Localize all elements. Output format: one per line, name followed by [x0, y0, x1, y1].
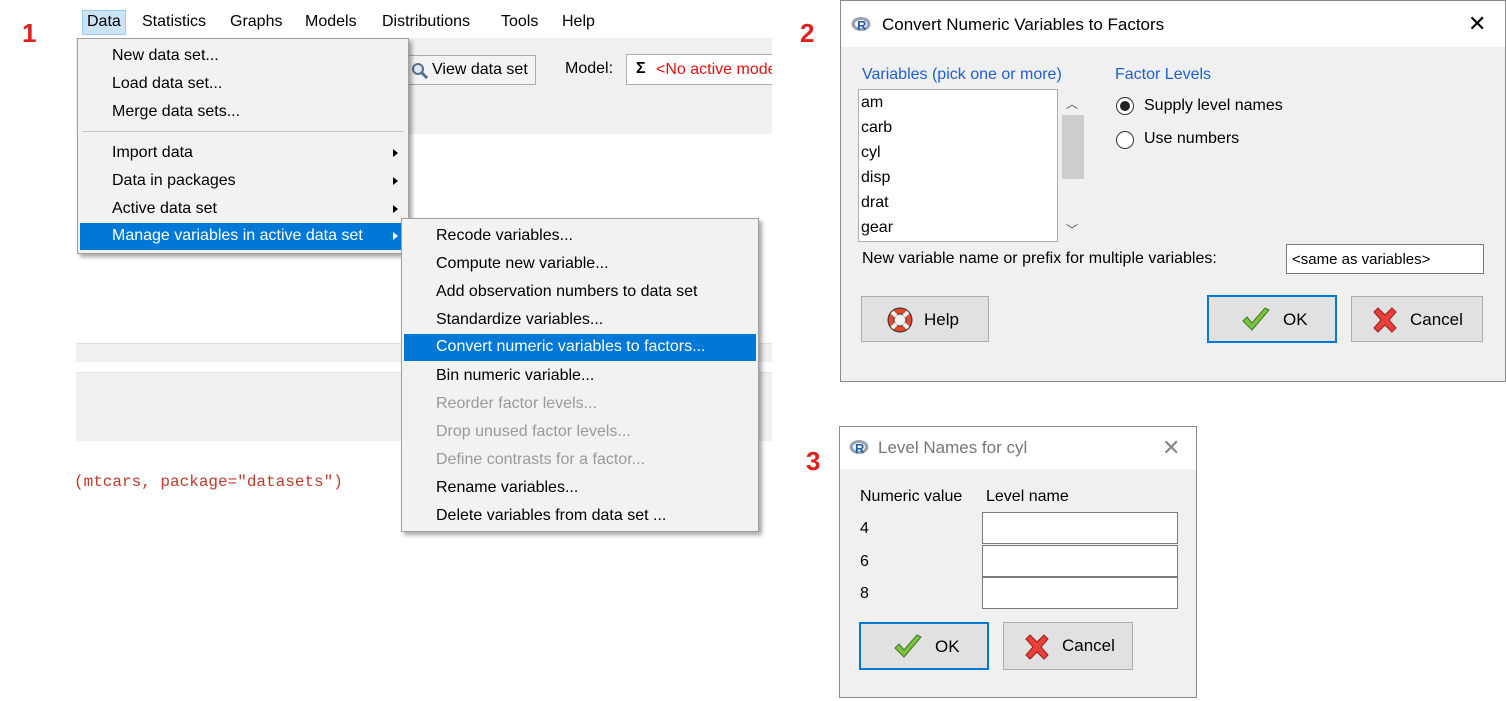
cancel-button[interactable]: Cancel [1351, 296, 1483, 342]
menu-item-delete-variables[interactable]: Delete variables from data set ... [404, 503, 756, 530]
menu-separator [82, 131, 404, 132]
red-x-icon [1025, 634, 1049, 660]
sigma-icon: Σ [636, 60, 646, 77]
menu-item-convert-numeric-to-factors[interactable]: Convert numeric variables to factors... [404, 334, 756, 361]
ok-button[interactable]: OK [1207, 295, 1337, 343]
menubar: Data Statistics Graphs Models Distributi… [76, 8, 776, 38]
menu-item-add-observation-numbers[interactable]: Add observation numbers to data set [404, 279, 756, 306]
numeric-value: 8 [860, 585, 869, 602]
variable-list-item[interactable]: cyl [861, 144, 881, 162]
model-field[interactable]: Σ <No active model> [626, 54, 772, 85]
red-x-icon [1373, 307, 1397, 333]
levels-cancel-button[interactable]: Cancel [1003, 622, 1133, 670]
scroll-up-icon[interactable]: ︿ [1066, 95, 1078, 112]
factor-levels-label: Factor Levels [1115, 66, 1212, 83]
step-number-2: 2 [800, 18, 815, 48]
variable-list-item[interactable]: carb [861, 119, 892, 137]
use-numbers-radio[interactable] [1116, 131, 1134, 149]
new-variable-name-label: New variable name or prefix for multiple… [862, 250, 1217, 267]
data-menu: New data set... Load data set... Merge d… [77, 38, 409, 254]
menu-distributions[interactable]: Distributions [382, 13, 470, 31]
menu-item-active-data-set[interactable]: Active data set [80, 196, 406, 223]
help-button-label: Help [924, 310, 959, 329]
scroll-down-icon[interactable]: ﹀ [1066, 221, 1078, 238]
levels-cancel-label: Cancel [1062, 636, 1115, 655]
svg-text:R: R [857, 18, 867, 32]
menu-item-drop-unused-factor-levels: Drop unused factor levels... [436, 423, 631, 440]
convert-dialog-title: Convert Numeric Variables to Factors [882, 15, 1165, 34]
menu-help[interactable]: Help [562, 13, 595, 31]
r-logo-icon: R [849, 440, 869, 455]
supply-level-names-radio[interactable] [1116, 97, 1134, 115]
magnifier-icon [411, 62, 429, 85]
numeric-value: 6 [860, 553, 869, 570]
checkmark-icon [1242, 307, 1270, 331]
variables-scrollbar[interactable]: ︿ ﹀ [1058, 89, 1086, 242]
svg-text:R: R [855, 441, 865, 455]
checkmark-icon [894, 634, 922, 658]
script-code-line: (mtcars, package="datasets") [74, 473, 343, 491]
menu-graphs[interactable]: Graphs [230, 13, 282, 31]
menu-statistics[interactable]: Statistics [142, 13, 206, 31]
level-names-titlebar: R Level Names for cyl ✕ [840, 427, 1196, 469]
level-names-title: Level Names for cyl [878, 438, 1028, 457]
level-name-input[interactable] [982, 545, 1178, 577]
menu-item-standardize-variables[interactable]: Standardize variables... [404, 307, 756, 334]
menu-item-bin-numeric-variable[interactable]: Bin numeric variable... [404, 363, 756, 390]
variables-label: Variables (pick one or more) [862, 66, 1062, 83]
model-value: <No active model> [656, 61, 772, 78]
submenu-arrow-icon [393, 149, 398, 157]
submenu-arrow-icon [393, 177, 398, 185]
menu-item-load-data-set[interactable]: Load data set... [80, 71, 406, 98]
submenu-arrow-icon [393, 232, 398, 240]
supply-level-names-label: Supply level names [1144, 97, 1283, 114]
variable-list-item[interactable]: am [861, 94, 883, 112]
use-numbers-label: Use numbers [1144, 130, 1240, 147]
help-button[interactable]: Help [861, 296, 989, 342]
levels-ok-label: OK [935, 637, 960, 656]
menu-item-compute-new-variable[interactable]: Compute new variable... [404, 251, 756, 278]
new-variable-name-value: <same as variables> [1292, 251, 1431, 268]
menu-item-manage-variables[interactable]: Manage variables in active data set [80, 223, 406, 250]
variable-list-item[interactable]: disp [861, 169, 890, 187]
lifebuoy-icon [887, 307, 913, 333]
view-data-set-button[interactable]: View data set [406, 55, 536, 85]
new-variable-name-input[interactable]: <same as variables> [1286, 244, 1484, 274]
menu-tools[interactable]: Tools [501, 13, 538, 31]
scrollbar-thumb[interactable] [1062, 115, 1084, 179]
numeric-value: 4 [860, 520, 869, 537]
close-icon[interactable]: ✕ [1162, 435, 1180, 461]
menu-item-recode-variables[interactable]: Recode variables... [404, 223, 756, 250]
close-icon[interactable]: ✕ [1468, 11, 1486, 37]
cancel-button-label: Cancel [1410, 310, 1463, 329]
manage-variables-submenu: Recode variables... Compute new variable… [401, 218, 759, 532]
radio-selected-dot [1120, 101, 1130, 111]
variables-listbox[interactable]: am carb cyl disp drat gear [858, 89, 1058, 242]
variable-list-item[interactable]: drat [861, 194, 889, 212]
menu-item-data-in-packages[interactable]: Data in packages [80, 168, 406, 195]
level-name-input[interactable] [982, 512, 1178, 544]
menu-item-rename-variables[interactable]: Rename variables... [404, 475, 756, 502]
menu-data[interactable]: Data [82, 10, 126, 35]
levels-ok-button[interactable]: OK [859, 622, 989, 670]
step-number-1: 1 [22, 18, 37, 48]
model-label: Model: [565, 60, 614, 77]
menu-item-new-data-set[interactable]: New data set... [80, 43, 406, 70]
menu-item-reorder-factor-levels: Reorder factor levels... [436, 395, 597, 412]
level-name-input[interactable] [982, 577, 1178, 609]
step-number-3: 3 [806, 446, 821, 476]
menu-item-define-contrasts: Define contrasts for a factor... [436, 451, 645, 468]
menu-item-import-data[interactable]: Import data [80, 140, 406, 167]
level-name-header: Level name [986, 488, 1069, 505]
r-logo-icon: R [851, 17, 871, 32]
menu-models[interactable]: Models [305, 13, 357, 31]
variable-list-item[interactable]: gear [861, 219, 893, 237]
convert-dialog-titlebar: R Convert Numeric Variables to Factors ✕ [841, 1, 1505, 47]
submenu-arrow-icon [393, 205, 398, 213]
view-data-set-label: View data set [432, 61, 528, 78]
ok-button-label: OK [1283, 310, 1308, 329]
menu-item-merge-data-sets[interactable]: Merge data sets... [80, 99, 406, 126]
numeric-value-header: Numeric value [860, 488, 963, 505]
